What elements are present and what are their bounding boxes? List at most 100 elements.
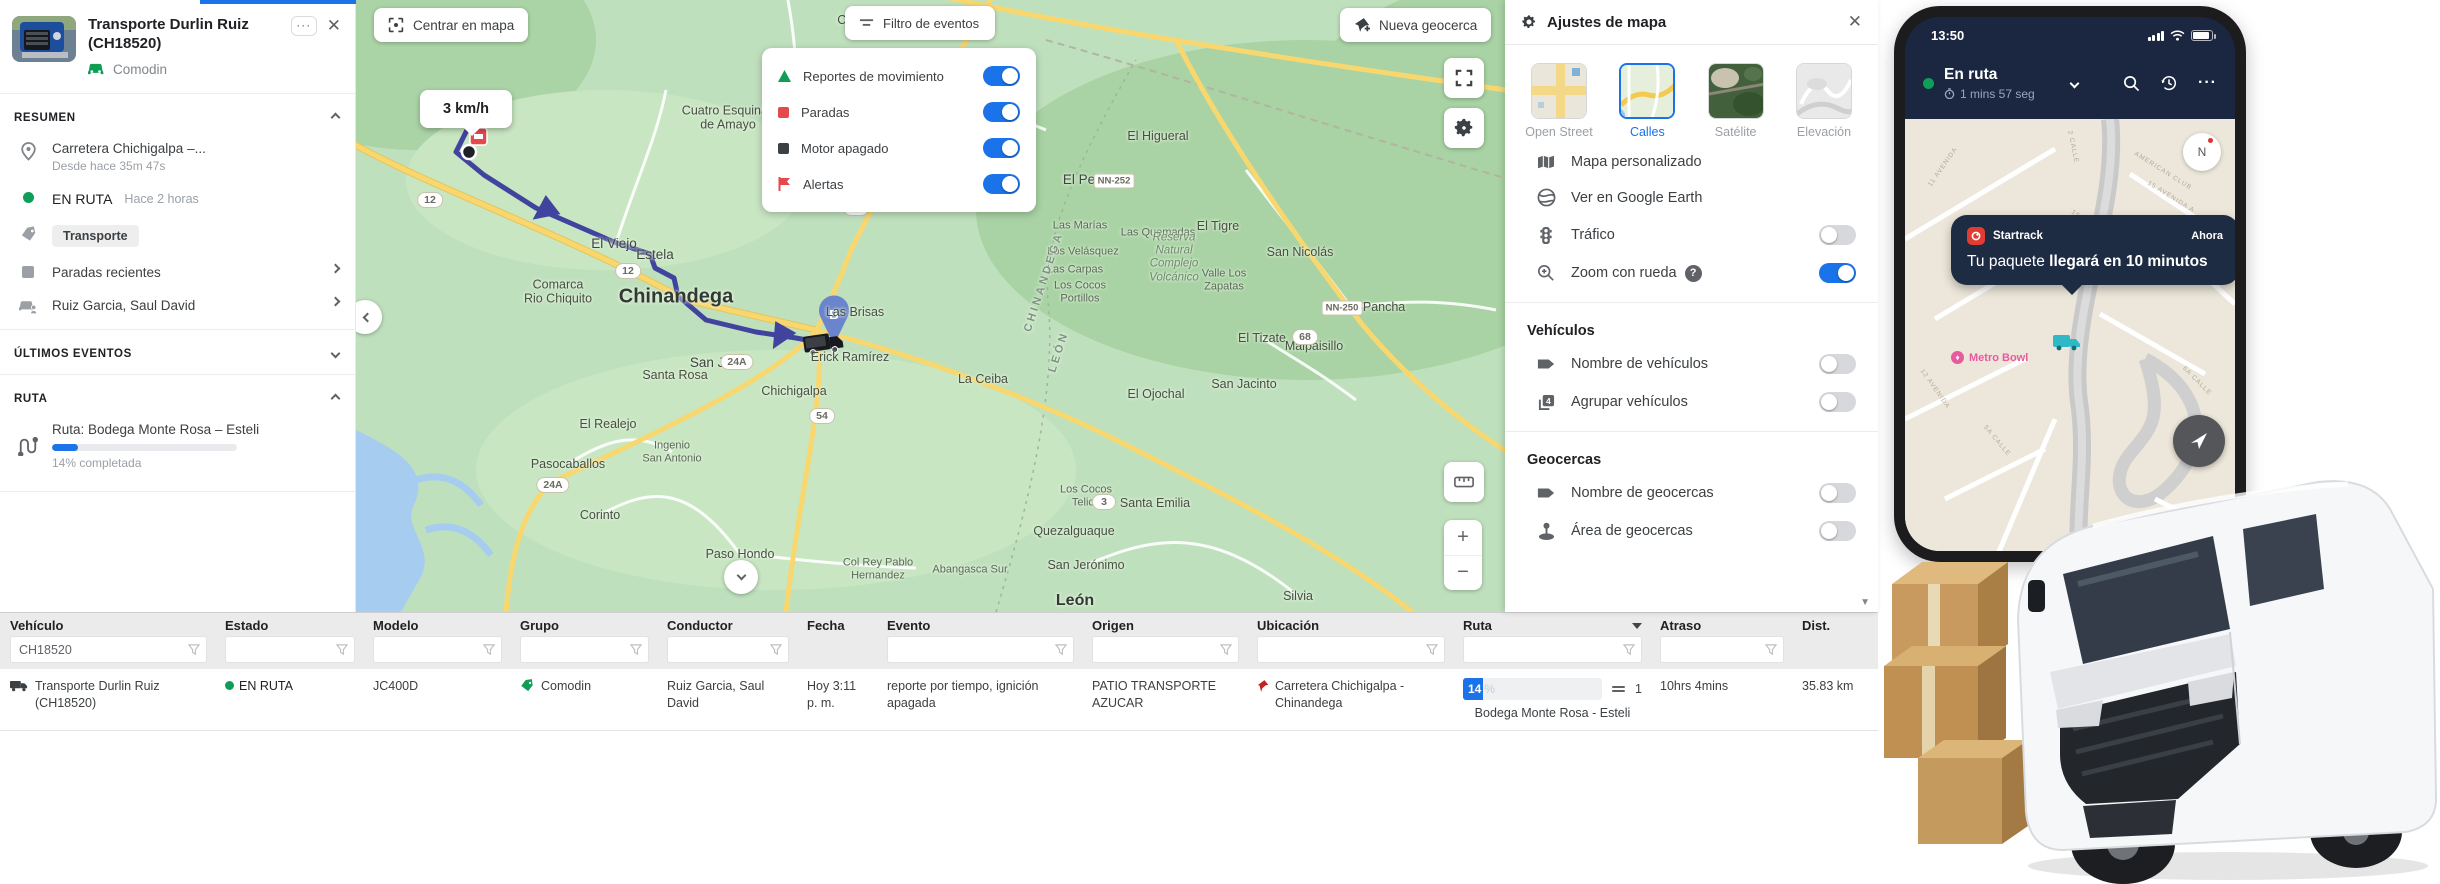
- event-filter-button[interactable]: Filtro de eventos: [845, 6, 995, 40]
- collapse-table-button[interactable]: [724, 560, 758, 594]
- filter-modelo-input[interactable]: [374, 637, 501, 662]
- filter-origen-input[interactable]: [1093, 637, 1238, 662]
- more-options-button[interactable]: ···: [291, 16, 317, 36]
- col-header[interactable]: Atraso: [1650, 613, 1792, 636]
- geofence-name-row: Nombre de geocercas: [1505, 474, 1878, 512]
- funnel-icon[interactable]: [1623, 644, 1635, 655]
- status-dot-icon: [18, 192, 38, 203]
- center-map-button[interactable]: Centrar en mapa: [374, 8, 528, 42]
- filter-evento-input[interactable]: [888, 637, 1073, 662]
- toggle-engine-off[interactable]: [983, 138, 1020, 158]
- funnel-icon[interactable]: [188, 644, 200, 655]
- toggle-traffic[interactable]: [1819, 225, 1856, 245]
- section-last-events[interactable]: ÚLTIMOS EVENTOS: [0, 336, 355, 368]
- overflow-menu-icon: ···: [2198, 74, 2217, 92]
- vehicle-name-row: Nombre de vehículos: [1505, 345, 1878, 383]
- new-geofence-button[interactable]: Nueva geocerca: [1340, 8, 1491, 42]
- col-header[interactable]: Estado: [215, 613, 363, 636]
- google-earth-row[interactable]: Ver en Google Earth: [1505, 179, 1878, 216]
- col-header[interactable]: Fecha: [797, 613, 877, 636]
- group-count-icon: 4: [1535, 394, 1557, 411]
- col-header[interactable]: Origen: [1082, 613, 1247, 636]
- filter-vehicle-input[interactable]: [11, 637, 206, 662]
- recent-stops-item[interactable]: Paradas recientes: [0, 256, 355, 289]
- measure-button[interactable]: [1444, 462, 1484, 502]
- svg-text:B: B: [829, 307, 838, 322]
- row-distance: 35.83 km: [1792, 669, 1878, 730]
- section-resumen[interactable]: RESUMEN: [0, 100, 355, 132]
- col-header[interactable]: Dist.: [1792, 613, 1878, 636]
- row-driver: Ruiz Garcia, Saul David: [657, 669, 797, 730]
- toggle-alerts[interactable]: [983, 174, 1020, 194]
- toggle-geofence-names[interactable]: [1819, 483, 1856, 503]
- street-label: 2 CALLE: [2066, 130, 2080, 164]
- filter-estado-input[interactable]: [226, 637, 354, 662]
- col-header-ruta[interactable]: Ruta: [1453, 613, 1650, 636]
- vehicle-row[interactable]: Transporte Durlin Ruiz (CH18520) EN RUTA…: [0, 669, 1878, 731]
- map-type-openstreet[interactable]: Open Street: [1519, 63, 1599, 139]
- help-icon[interactable]: ?: [1685, 265, 1702, 282]
- funnel-icon[interactable]: [336, 644, 348, 655]
- chevron-up-icon[interactable]: [331, 113, 341, 123]
- toggle-wheel-zoom[interactable]: [1819, 263, 1856, 283]
- map-settings-button[interactable]: [1444, 108, 1484, 148]
- filter-ruta-input[interactable]: [1464, 637, 1641, 662]
- driver-name: Ruiz Garcia, Saul David: [52, 298, 195, 313]
- ruler-icon: [1454, 475, 1474, 489]
- chevron-down-icon[interactable]: [331, 349, 341, 359]
- road-shield: 24A: [720, 354, 753, 370]
- fullscreen-button[interactable]: [1444, 58, 1484, 98]
- speed-bubble: 3 km/h: [420, 90, 512, 128]
- row-route-progress[interactable]: 14%: [1463, 678, 1602, 700]
- driver-item[interactable]: Ruiz Garcia, Saul David: [0, 289, 355, 323]
- origin-marker[interactable]: [462, 145, 476, 159]
- col-header[interactable]: Grupo: [510, 613, 657, 636]
- funnel-icon[interactable]: [1765, 644, 1777, 655]
- funnel-icon[interactable]: [630, 644, 642, 655]
- vehicle-tag-chip[interactable]: Transporte: [52, 225, 139, 247]
- close-settings-button[interactable]: ✕: [1848, 12, 1862, 32]
- center-map-icon: [388, 17, 404, 33]
- stop-square-red-icon: [778, 107, 789, 118]
- col-header[interactable]: Vehículo: [0, 613, 215, 636]
- col-header[interactable]: Ubicación: [1247, 613, 1453, 636]
- toggle-stops[interactable]: [983, 102, 1020, 122]
- toggle-vehicle-grouping[interactable]: [1819, 392, 1856, 412]
- filter-ubicacion-input[interactable]: [1258, 637, 1444, 662]
- movement-triangle-icon: [778, 70, 791, 82]
- funnel-icon[interactable]: [770, 644, 782, 655]
- col-header[interactable]: Conductor: [657, 613, 797, 636]
- chevron-up-icon[interactable]: [331, 394, 341, 404]
- map-type-satelite[interactable]: Satélite: [1696, 63, 1776, 139]
- filter-grupo-input[interactable]: [521, 637, 648, 662]
- road-shield: 12: [615, 263, 641, 279]
- phone-elapsed: 1 mins 57 seg: [1960, 87, 2035, 101]
- funnel-icon[interactable]: [483, 644, 495, 655]
- sort-desc-icon[interactable]: [1632, 623, 1642, 629]
- red-pin-icon: [1257, 679, 1269, 722]
- custom-map-row[interactable]: Mapa personalizado: [1505, 145, 1878, 179]
- toggle-vehicle-names[interactable]: [1819, 354, 1856, 374]
- toggle-movement[interactable]: [983, 66, 1020, 86]
- funnel-icon[interactable]: [1426, 644, 1438, 655]
- status-time: Hace 2 horas: [124, 192, 198, 206]
- street-label: 6A CALLE: [2181, 365, 2213, 397]
- map-type-elevacion[interactable]: Elevación: [1784, 63, 1864, 139]
- funnel-icon[interactable]: [1220, 644, 1232, 655]
- toggle-geofence-areas[interactable]: [1819, 521, 1856, 541]
- green-tag-icon: [520, 679, 534, 693]
- zoom-in-button[interactable]: +: [1444, 520, 1482, 556]
- vehicle-photo: [12, 16, 76, 62]
- col-header[interactable]: Evento: [877, 613, 1082, 636]
- funnel-icon[interactable]: [1055, 644, 1067, 655]
- close-panel-button[interactable]: ✕: [327, 16, 341, 36]
- section-route[interactable]: RUTA: [0, 381, 355, 413]
- zoom-out-button[interactable]: −: [1444, 556, 1482, 591]
- route-icon: [18, 436, 38, 456]
- row-group: Comodin: [541, 678, 591, 695]
- map-type-calles[interactable]: Calles: [1607, 63, 1687, 139]
- col-header[interactable]: Modelo: [363, 613, 510, 636]
- list-icon: [1612, 683, 1625, 695]
- vehicle-group-icon: [88, 62, 105, 76]
- wifi-icon: [2170, 30, 2185, 41]
